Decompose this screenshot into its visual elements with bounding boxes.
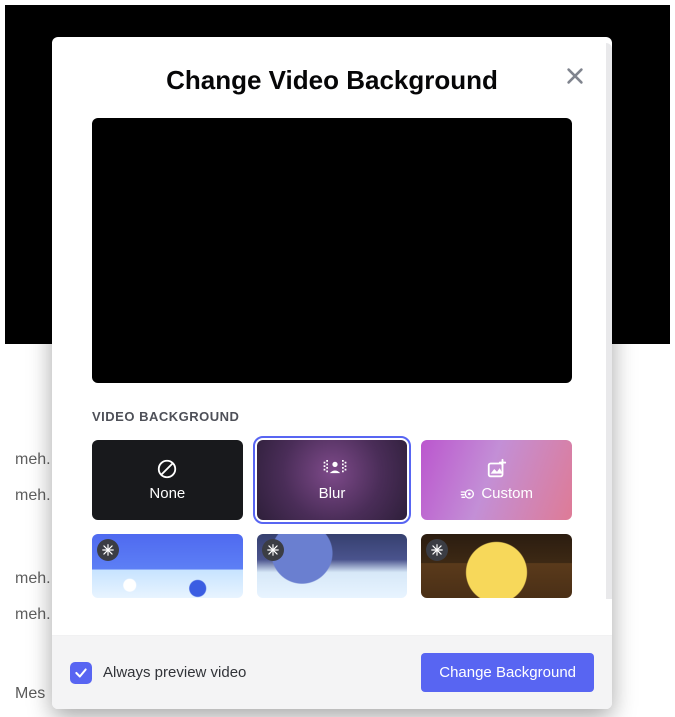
- background-option-custom[interactable]: Custom: [421, 440, 572, 520]
- modal-footer: Always preview video Change Background: [52, 635, 612, 709]
- option-label: Custom: [481, 485, 533, 502]
- app-window: meh. meh. meh. meh. Mes Change Video Bac…: [0, 0, 675, 717]
- modal-body: VIDEO BACKGROUND None: [52, 110, 612, 635]
- message-input[interactable]: Mes: [15, 683, 45, 705]
- close-icon: [564, 65, 586, 87]
- close-button[interactable]: [560, 61, 590, 91]
- blur-icon: [321, 458, 343, 480]
- modal-header: Change Video Background: [52, 37, 612, 110]
- option-label: None: [149, 485, 185, 502]
- add-image-icon: [486, 458, 508, 480]
- none-icon: [156, 458, 178, 480]
- video-preview: [92, 118, 572, 383]
- snowflake-icon: [426, 539, 448, 561]
- background-option-none[interactable]: None: [92, 440, 243, 520]
- modal-title: Change Video Background: [92, 65, 572, 96]
- background-preset-winter-village[interactable]: [92, 534, 243, 598]
- background-preset-twilight-snow[interactable]: [257, 534, 408, 598]
- background-option-blur[interactable]: Blur: [257, 440, 408, 520]
- video-background-label: VIDEO BACKGROUND: [92, 409, 572, 424]
- snowflake-icon: [97, 539, 119, 561]
- change-video-background-modal: Change Video Background VIDEO BACKGROUND…: [52, 37, 612, 709]
- option-label: Blur: [319, 485, 346, 502]
- background-options-row-1: None: [92, 440, 572, 520]
- change-background-button[interactable]: Change Background: [421, 653, 594, 692]
- checkbox-label: Always preview video: [103, 664, 246, 681]
- snowflake-icon: [262, 539, 284, 561]
- background-options-row-2: [92, 534, 572, 598]
- nitro-icon: [460, 486, 476, 502]
- background-preset-fireplace[interactable]: [421, 534, 572, 598]
- modal-scrollbar[interactable]: [606, 43, 612, 599]
- checkmark-icon: [70, 662, 92, 684]
- always-preview-checkbox[interactable]: Always preview video: [70, 662, 246, 684]
